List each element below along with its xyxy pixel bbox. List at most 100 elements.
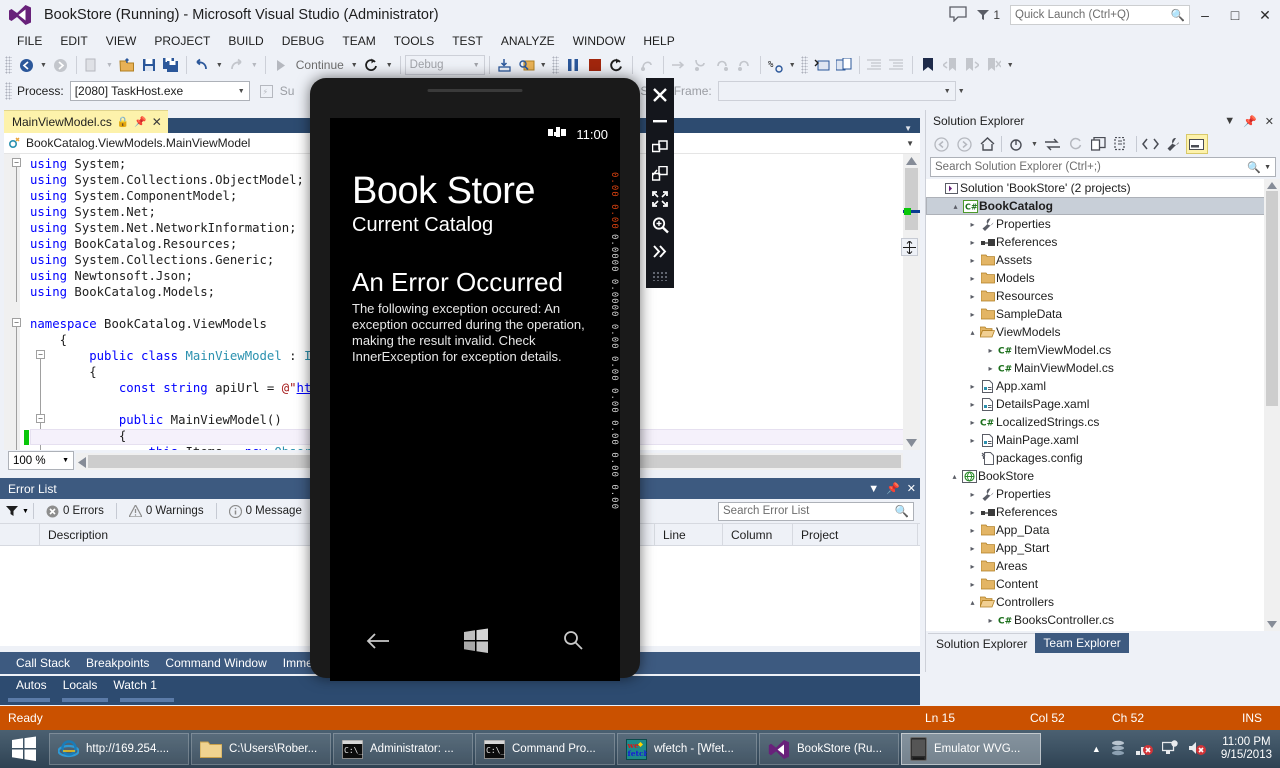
editor-splitter-handle[interactable] <box>901 238 918 256</box>
column-header-column[interactable]: Column <box>723 524 793 546</box>
fold-toggle[interactable]: − <box>12 158 21 167</box>
start-button[interactable] <box>463 628 489 657</box>
menu-item-build[interactable]: BUILD <box>219 32 272 50</box>
continue-dropdown[interactable]: ▼ <box>348 62 361 69</box>
pin-icon[interactable]: 📌 <box>134 117 146 128</box>
menu-item-view[interactable]: VIEW <box>97 32 146 50</box>
document-tab-mainviewmodel[interactable]: MainViewModel.cs 🔒 📌 ✕ <box>4 110 168 133</box>
open-file-button[interactable] <box>116 54 138 76</box>
minimize-icon[interactable] <box>648 109 672 133</box>
tree-item-app-xaml[interactable]: ▸App.xaml <box>926 377 1280 395</box>
feedback-icon[interactable] <box>948 6 970 24</box>
tab-locals[interactable]: Locals <box>55 676 106 692</box>
tree-item-mainpage-xaml[interactable]: ▸MainPage.xaml <box>926 431 1280 449</box>
solution-tree[interactable]: Solution 'BookStore' (2 projects)▴C#Book… <box>926 179 1280 631</box>
fold-toggle[interactable]: − <box>12 318 21 327</box>
restart-button[interactable] <box>361 54 383 76</box>
tab-watch-1[interactable]: Watch 1 <box>105 676 165 692</box>
tree-item-references[interactable]: ▸References <box>926 503 1280 521</box>
messages-filter[interactable]: 0 Message <box>221 505 310 518</box>
step-into-specific-button[interactable] <box>494 54 516 76</box>
close-icon[interactable]: ✕ <box>152 115 162 129</box>
show-hidden-icons-icon[interactable]: ▲ <box>1092 744 1101 754</box>
solution-tree-scroll-thumb[interactable] <box>1266 191 1278 406</box>
tree-item-models[interactable]: ▸Models <box>926 269 1280 287</box>
phone-screen[interactable]: 11:00 Book Store Current Catalog An Erro… <box>330 118 620 681</box>
defender-icon[interactable] <box>1110 740 1126 759</box>
restart-debug-button[interactable] <box>606 54 628 76</box>
quick-launch-input[interactable]: Quick Launch (Ctrl+Q) 🔍 <box>1010 5 1190 25</box>
toolbar-overflow-2[interactable]: ▼ <box>787 54 798 76</box>
emulator-toolbar-grip[interactable] <box>652 271 668 281</box>
undo-button[interactable] <box>191 54 213 76</box>
tab-command-window[interactable]: Command Window <box>157 656 274 670</box>
toolbar-grip[interactable] <box>5 56 12 74</box>
show-all-files-icon[interactable] <box>1111 134 1133 154</box>
collapse-all-icon[interactable] <box>1088 134 1110 154</box>
menu-item-test[interactable]: TEST <box>443 32 492 50</box>
expand-icon[interactable]: ▸ <box>966 436 979 445</box>
tree-item-resources[interactable]: ▸Resources <box>926 287 1280 305</box>
text-editor-toolbar-grip[interactable] <box>801 56 808 74</box>
menu-item-team[interactable]: TEAM <box>333 32 384 50</box>
expand-icon[interactable]: ▸ <box>966 382 979 391</box>
filter-button[interactable]: ▼ <box>6 505 29 517</box>
pin-icon[interactable]: 📌 <box>1243 115 1257 128</box>
taskbar-item-c-users-rober[interactable]: C:\Users\Rober... <box>191 733 331 765</box>
expand-icon[interactable]: ▸ <box>966 220 979 229</box>
rotate-left-icon[interactable] <box>648 135 672 159</box>
tree-item-bookcatalog[interactable]: ▴C#BookCatalog <box>926 197 1280 215</box>
continue-button[interactable]: Continue <box>292 58 348 72</box>
rotate-right-icon[interactable] <box>648 161 672 185</box>
navigate-backward-button[interactable] <box>15 54 37 76</box>
tree-item-properties[interactable]: ▸Properties <box>926 485 1280 503</box>
tree-item-references[interactable]: ▸References <box>926 233 1280 251</box>
save-button[interactable] <box>138 54 160 76</box>
chevron-down-icon[interactable]: ▼ <box>1224 115 1235 127</box>
volume-mute-icon[interactable] <box>1188 740 1206 759</box>
close-icon[interactable]: ✕ <box>1265 115 1274 128</box>
toggle-bookmark-button[interactable] <box>917 54 939 76</box>
tree-item-itemviewmodel-cs[interactable]: ▸C#ItemViewModel.cs <box>926 341 1280 359</box>
solution-tree-scrollbar[interactable] <box>1264 179 1280 631</box>
back-button[interactable] <box>366 633 390 652</box>
tree-item-controllers[interactable]: ▴Controllers <box>926 593 1280 611</box>
menu-item-window[interactable]: WINDOW <box>564 32 635 50</box>
tab-call-stack[interactable]: Call Stack <box>8 656 78 670</box>
properties-icon[interactable] <box>1163 134 1185 154</box>
preview-selected-items-icon[interactable] <box>1186 134 1208 154</box>
expand-icon[interactable]: ▸ <box>966 418 979 427</box>
solution-configuration-select[interactable]: Debug ▼ <box>405 55 485 75</box>
tree-item-solution-bookstore-2-projects[interactable]: Solution 'BookStore' (2 projects) <box>926 179 1280 197</box>
close-button[interactable]: ✕ <box>1250 0 1280 30</box>
errors-filter[interactable]: 0 Errors <box>38 505 112 518</box>
save-all-button[interactable] <box>160 54 182 76</box>
menu-item-debug[interactable]: DEBUG <box>273 32 334 50</box>
toolbar-overflow-3[interactable]: ▼ <box>1005 54 1016 76</box>
expand-icon[interactable]: ▸ <box>966 310 979 319</box>
menu-item-file[interactable]: FILE <box>8 32 51 50</box>
taskbar-clock[interactable]: 11:00 PM 9/15/2013 <box>1215 736 1272 762</box>
restart-dropdown[interactable]: ▼ <box>383 62 396 69</box>
uncomment-selection-button[interactable] <box>833 54 855 76</box>
scroll-down-arrow[interactable] <box>906 439 917 447</box>
expand-icon[interactable]: ▸ <box>966 526 979 535</box>
undo-dropdown[interactable]: ▼ <box>213 62 226 69</box>
hexadecimal-display-button[interactable]: % <box>765 54 787 76</box>
tab-team-explorer[interactable]: Team Explorer <box>1035 633 1128 653</box>
solution-explorer-search-input[interactable]: Search Solution Explorer (Ctrl+;) 🔍 ▼ <box>930 157 1276 177</box>
taskbar-item-wfetch-wfet[interactable]: wefetchwfetch - [Wfet... <box>617 733 757 765</box>
taskbar-item-command-pro[interactable]: C:\_Command Pro... <box>475 733 615 765</box>
show-threads-button[interactable] <box>516 54 538 76</box>
editor-scroll-thumb[interactable] <box>905 168 918 230</box>
tree-item-app-data[interactable]: ▸App_Data <box>926 521 1280 539</box>
navigate-backward-dropdown[interactable]: ▼ <box>37 62 50 69</box>
stop-debugging-button[interactable] <box>584 54 606 76</box>
pin-icon[interactable]: 📌 <box>886 482 900 495</box>
taskbar-item-emulator-wvg[interactable]: Emulator WVG... <box>901 733 1041 765</box>
start-button[interactable] <box>0 730 48 768</box>
expand-icon[interactable]: ▸ <box>966 292 979 301</box>
tree-item-app-start[interactable]: ▸App_Start <box>926 539 1280 557</box>
stackframe-select[interactable]: ▼ <box>718 81 956 101</box>
chevron-down-icon[interactable]: ▼ <box>904 118 920 133</box>
